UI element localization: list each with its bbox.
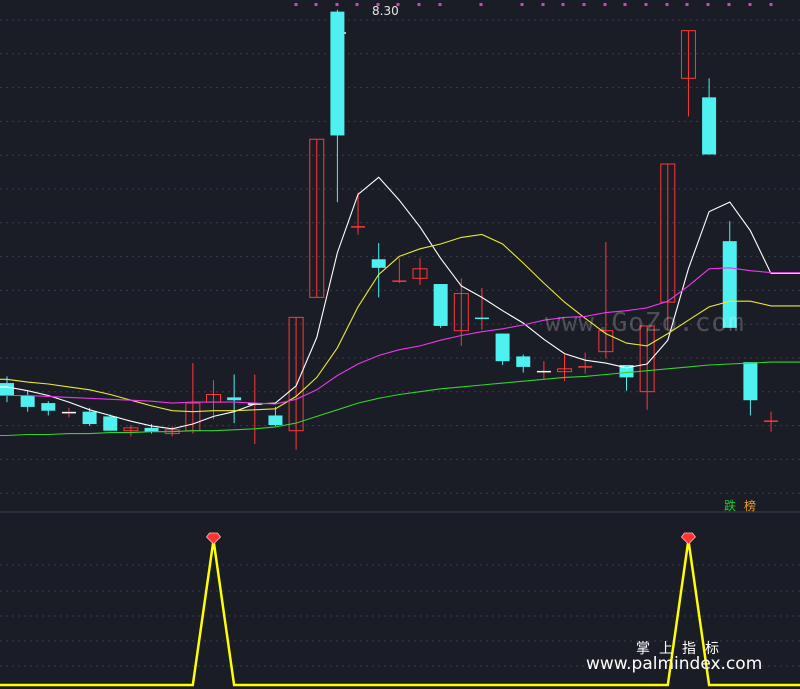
top-dot xyxy=(314,3,318,6)
candle xyxy=(516,354,531,373)
candle xyxy=(227,374,242,424)
top-dot xyxy=(294,3,298,6)
candle-body xyxy=(20,395,35,407)
tag-right[interactable]: 榜 xyxy=(742,497,758,514)
top-dot xyxy=(520,3,524,6)
candle xyxy=(743,362,758,416)
candle-body xyxy=(371,259,386,268)
gem-icon xyxy=(205,532,222,545)
candle-body xyxy=(702,97,717,155)
signal-marker xyxy=(205,532,222,545)
top-dot xyxy=(561,3,565,6)
candle-body xyxy=(330,11,345,136)
top-dot xyxy=(603,3,607,6)
candle xyxy=(639,325,655,410)
candle xyxy=(433,284,448,328)
candle-body xyxy=(82,411,97,425)
top-dot xyxy=(706,3,710,6)
candle xyxy=(578,352,593,374)
top-indicator-dots xyxy=(294,3,773,6)
candle xyxy=(288,316,304,450)
candle xyxy=(330,9,345,203)
moving-average-lines xyxy=(0,176,800,437)
top-dot xyxy=(335,3,339,6)
top-dot xyxy=(727,3,731,6)
top-dot xyxy=(438,3,442,6)
top-dot xyxy=(665,3,669,6)
candle xyxy=(495,333,510,365)
candle-body xyxy=(0,383,14,396)
candle xyxy=(351,192,366,235)
ma-line-ma4 xyxy=(0,361,800,437)
candle-body xyxy=(516,356,531,367)
signal-marker xyxy=(680,532,696,545)
top-dot xyxy=(479,3,483,6)
top-dot xyxy=(685,3,689,6)
candle xyxy=(412,258,428,285)
candle xyxy=(764,411,779,432)
top-dot xyxy=(623,3,627,6)
top-dot xyxy=(769,3,773,6)
candle xyxy=(268,406,283,426)
top-dot xyxy=(582,3,586,6)
candle-body xyxy=(41,403,56,411)
grid-lines xyxy=(0,19,800,667)
candle-body xyxy=(433,284,448,326)
candle-body xyxy=(743,362,758,401)
candle-body xyxy=(144,427,159,432)
watermark-url: www.palmindex.com xyxy=(586,654,763,674)
candle xyxy=(123,424,139,437)
candle xyxy=(206,380,221,420)
candle-body xyxy=(227,397,242,401)
candle-body xyxy=(268,415,283,425)
candlestick-series xyxy=(0,9,779,450)
top-dot xyxy=(748,3,752,6)
candle xyxy=(82,407,97,426)
stock-chart xyxy=(0,3,800,687)
candle-body xyxy=(103,416,118,431)
candle xyxy=(41,401,56,416)
candle xyxy=(20,390,35,412)
top-dot xyxy=(355,3,359,6)
top-dot xyxy=(541,3,545,6)
candle xyxy=(536,361,551,380)
gem-icon xyxy=(680,532,696,545)
candle xyxy=(702,78,717,155)
top-dot xyxy=(644,3,648,6)
candle xyxy=(309,138,325,298)
candle xyxy=(680,30,696,117)
candle xyxy=(61,407,76,418)
ma-line-ma1 xyxy=(0,176,800,430)
candle xyxy=(392,258,407,284)
candle xyxy=(619,364,634,391)
candle xyxy=(598,242,614,359)
tag-left[interactable]: 跌 xyxy=(722,497,738,514)
max-price-label: 8.30 xyxy=(372,4,399,18)
watermark-upper: www.GoZo.com xyxy=(545,308,745,338)
candle-body xyxy=(495,333,510,362)
top-dot xyxy=(417,3,421,6)
candle xyxy=(185,363,201,434)
